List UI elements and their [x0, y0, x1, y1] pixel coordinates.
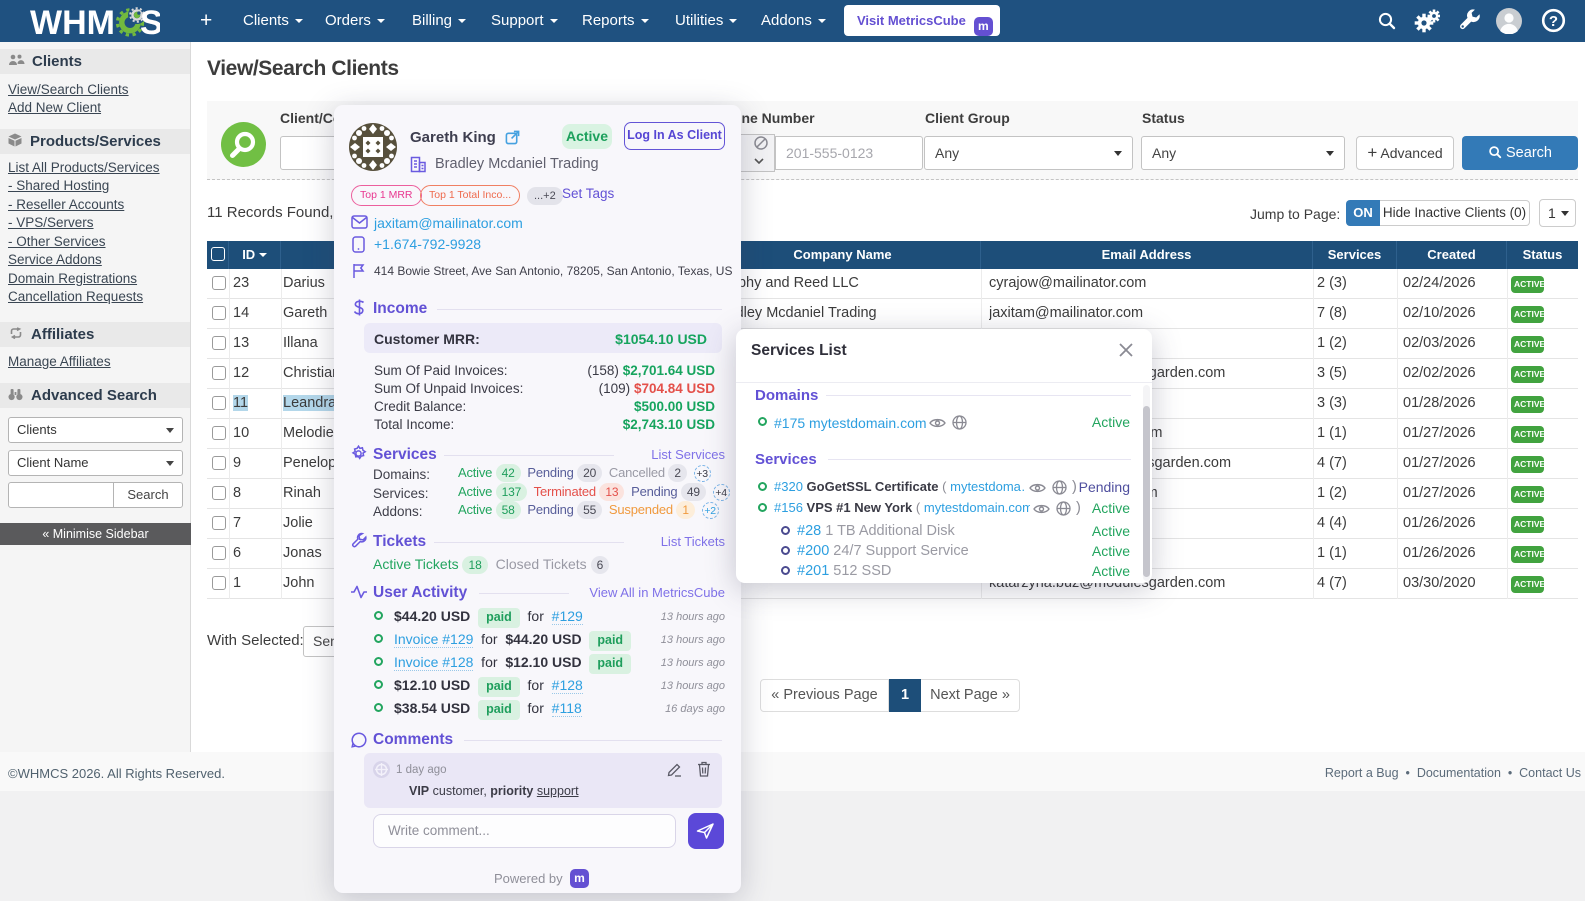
svg-text:WHM: WHM: [30, 5, 115, 39]
svg-text:?: ?: [1549, 13, 1558, 30]
svg-text:S: S: [140, 5, 160, 39]
